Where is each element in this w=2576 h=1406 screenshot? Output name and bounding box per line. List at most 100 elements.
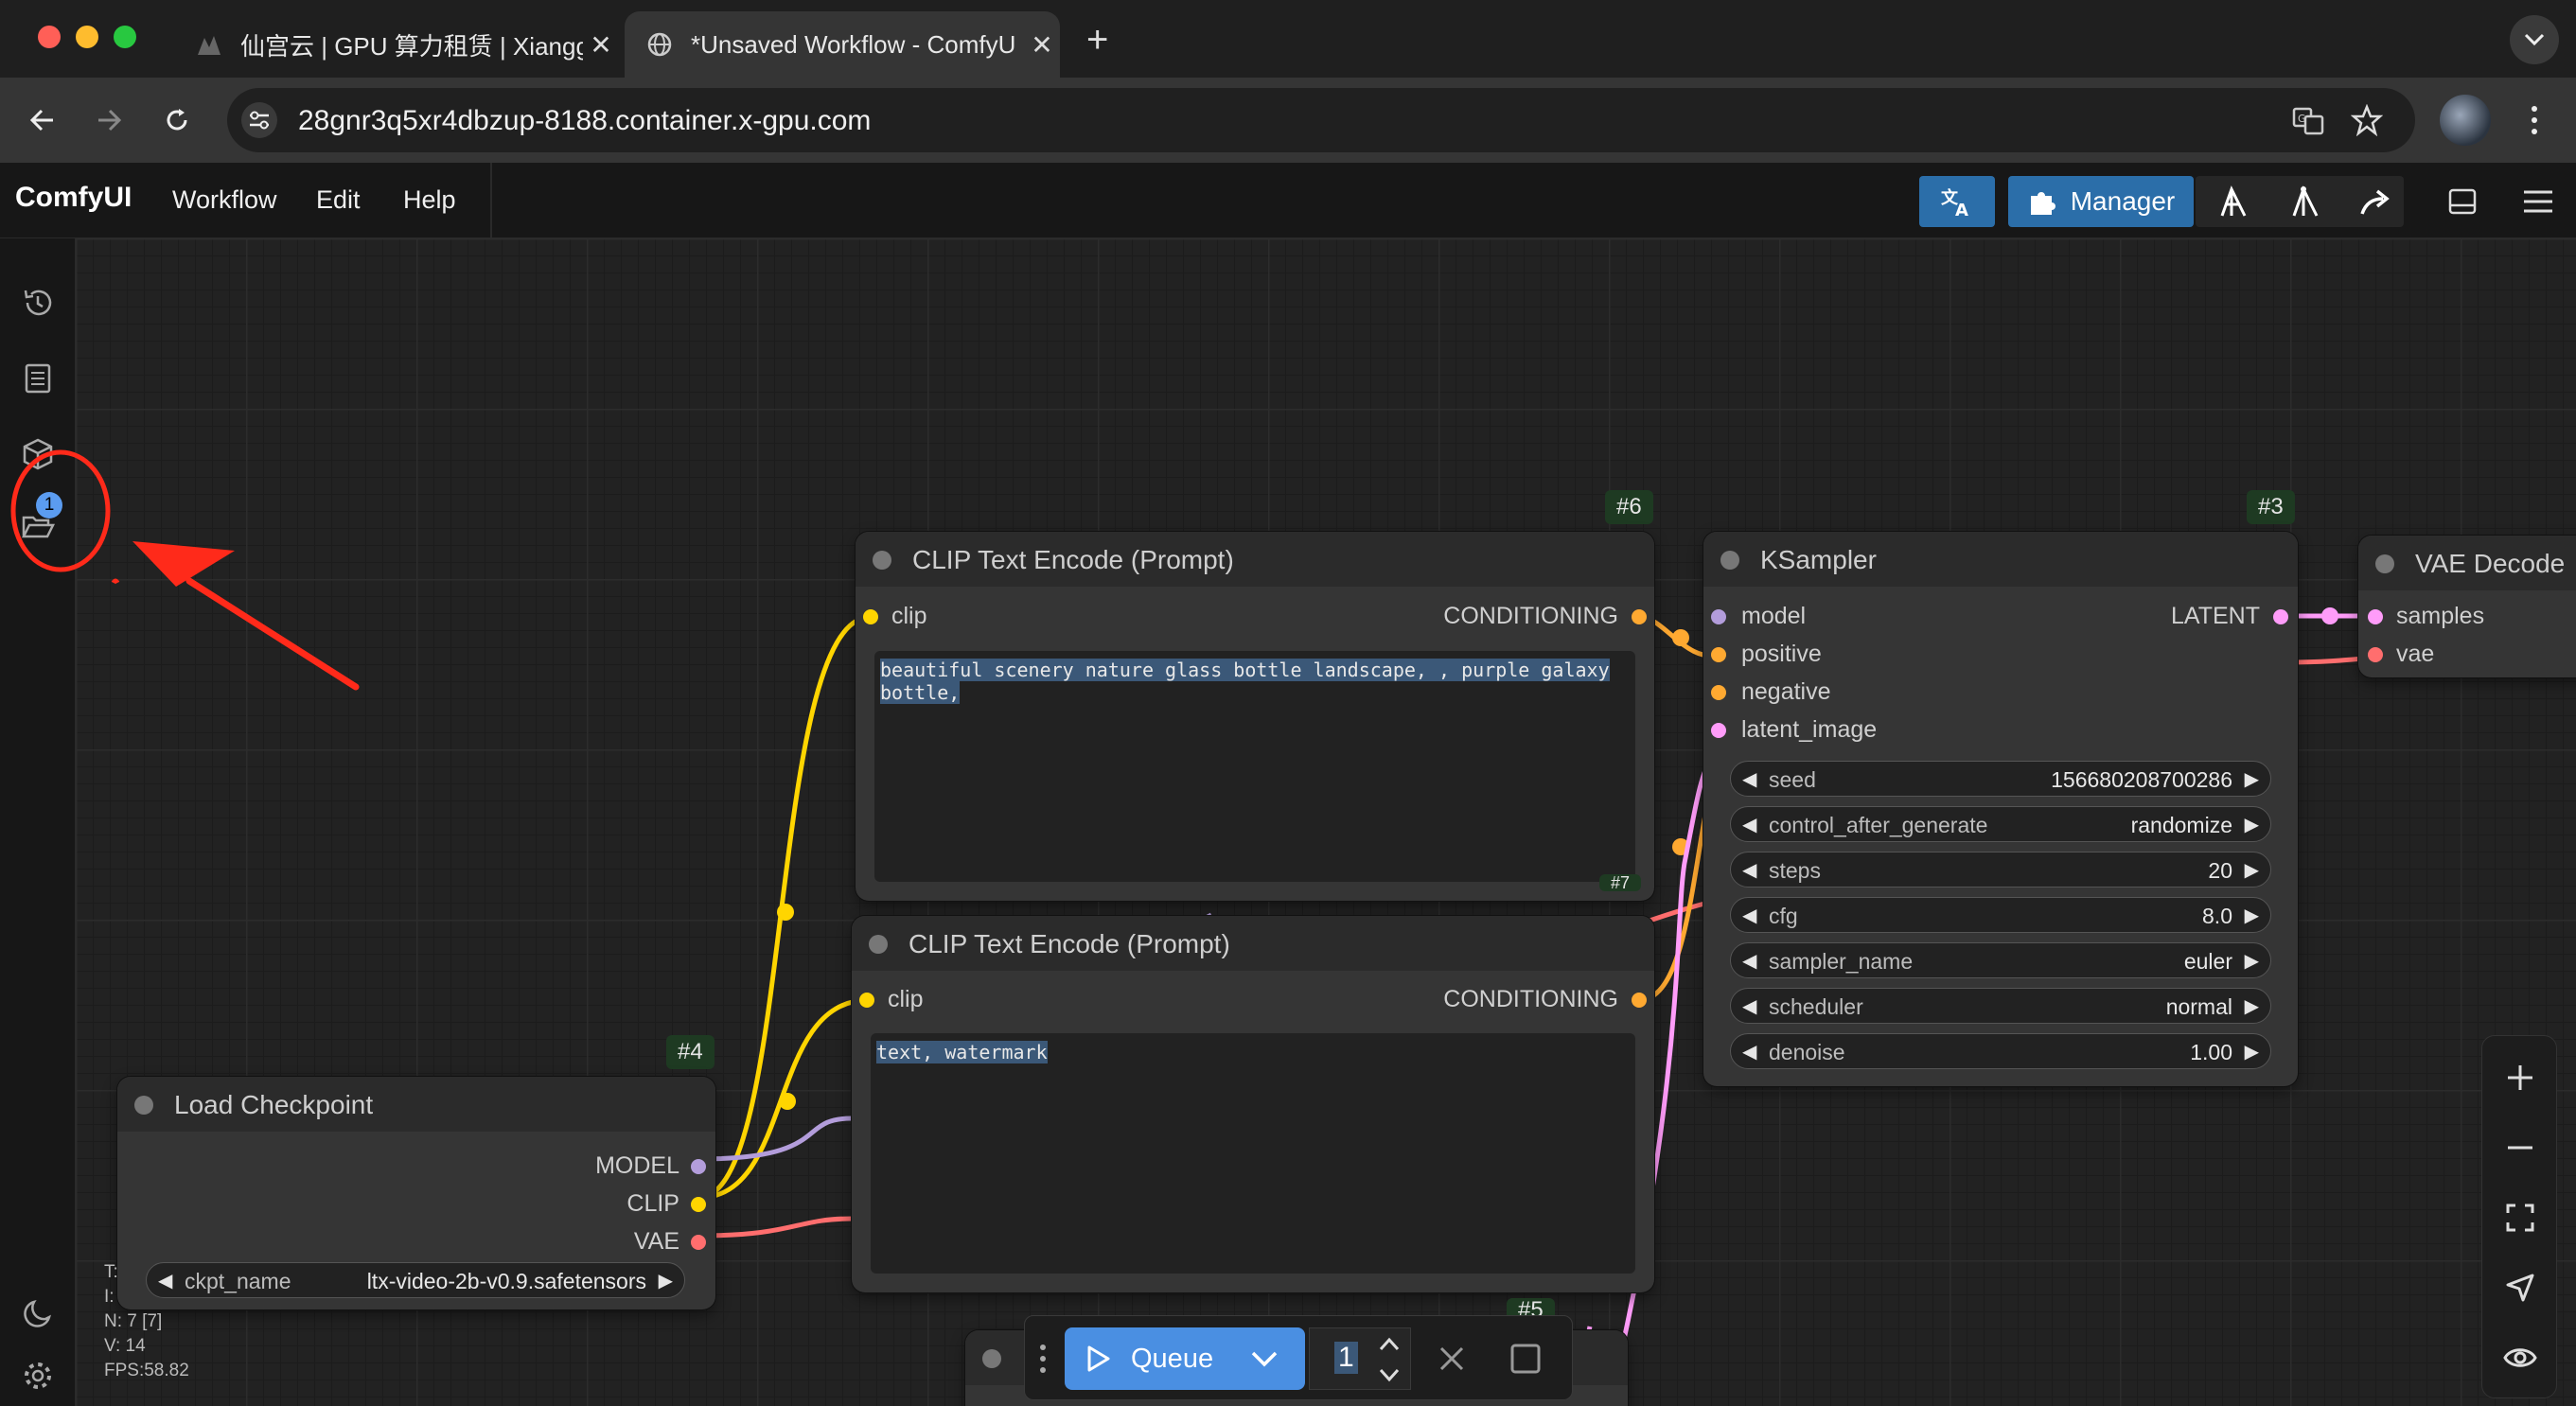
collapse-toggle[interactable] — [982, 1349, 1001, 1368]
vae-output-socket[interactable] — [691, 1235, 706, 1250]
share-icon[interactable] — [2358, 185, 2392, 220]
stop-icon[interactable] — [1509, 1343, 1542, 1375]
close-icon[interactable]: ✕ — [1024, 29, 1060, 61]
translate-button[interactable]: 文 A — [1919, 176, 1995, 227]
window-zoom-button[interactable] — [114, 26, 136, 48]
decrement-arrow-icon[interactable]: ◀ — [1742, 813, 1756, 836]
clip-text-encode-negative-node[interactable]: CLIP Text Encode (Prompt) clip CONDITION… — [852, 916, 1654, 1292]
increment-arrow-icon[interactable]: ▶ — [659, 1269, 673, 1292]
node-header[interactable]: VAE Decode — [2358, 536, 2576, 590]
samples-input-socket[interactable] — [2368, 609, 2383, 624]
toggle-links-button[interactable] — [2497, 1335, 2543, 1380]
site-settings-icon[interactable] — [240, 101, 278, 139]
zoom-in-button[interactable] — [2497, 1055, 2543, 1100]
clip-input-socket[interactable] — [859, 993, 874, 1008]
address-bar[interactable]: 28gnr3q5xr4dbzup-8188.container.x-gpu.co… — [227, 88, 2415, 152]
conditioning-output-socket[interactable] — [1632, 993, 1647, 1008]
widget-denoise[interactable]: ◀ denoise 1.00 ▶ — [1730, 1033, 2271, 1069]
increment-arrow-icon[interactable]: ▶ — [2245, 904, 2259, 927]
settings-button[interactable] — [17, 1355, 59, 1397]
more-vertical-icon[interactable] — [2525, 104, 2544, 136]
decrement-arrow-icon[interactable]: ◀ — [1742, 858, 1756, 882]
widget-steps[interactable]: ◀ steps 20 ▶ — [1730, 852, 2271, 888]
drag-handle-icon[interactable] — [1036, 1341, 1050, 1377]
toggle-panel-button[interactable] — [2442, 176, 2483, 227]
positive-input-socket[interactable] — [1711, 647, 1726, 662]
sidebar-queue-history[interactable] — [17, 282, 59, 324]
increment-arrow-icon[interactable]: ▶ — [2245, 858, 2259, 882]
latent-input-socket[interactable] — [1711, 723, 1726, 738]
increment-arrow-icon[interactable]: ▶ — [2245, 813, 2259, 836]
chevron-down-icon[interactable] — [1378, 1366, 1401, 1383]
main-menu-button[interactable] — [2517, 176, 2559, 227]
increment-arrow-icon[interactable]: ▶ — [2245, 767, 2259, 791]
close-icon[interactable] — [1438, 1344, 1466, 1373]
node-header[interactable]: CLIP Text Encode (Prompt) — [852, 916, 1654, 971]
star-icon[interactable] — [2351, 104, 2383, 136]
node-header[interactable]: KSampler — [1703, 532, 2298, 587]
widget-ckpt-name[interactable]: ◀ ckpt_name ltx-video-2b-v0.9.safetensor… — [146, 1262, 685, 1298]
menu-edit[interactable]: Edit — [316, 185, 361, 215]
translate-icon[interactable]: G — [2292, 105, 2324, 137]
fit-view-button[interactable] — [2497, 1195, 2543, 1240]
negative-input-socket[interactable] — [1711, 685, 1726, 700]
collapse-toggle[interactable] — [873, 551, 891, 570]
tab-comfyui[interactable]: *Unsaved Workflow - ComfyU ✕ — [625, 11, 1060, 78]
sidebar-model-library[interactable] — [17, 433, 59, 475]
back-button[interactable] — [21, 98, 64, 142]
new-tab-button[interactable]: + — [1086, 21, 1108, 59]
node-header[interactable]: Load Checkpoint — [117, 1077, 715, 1132]
collapse-toggle[interactable] — [134, 1096, 153, 1115]
collapse-toggle[interactable] — [1720, 551, 1739, 570]
ksampler-node[interactable]: KSampler model positive negative latent_… — [1703, 532, 2298, 1086]
decrement-arrow-icon[interactable]: ◀ — [1742, 994, 1756, 1018]
vae-decode-node[interactable]: VAE Decode samples vae — [2358, 536, 2576, 677]
reload-button[interactable] — [155, 98, 199, 142]
decrement-arrow-icon[interactable]: ◀ — [1742, 1040, 1756, 1063]
widget-sampler-name[interactable]: ◀ sampler_name euler ▶ — [1730, 942, 2271, 978]
decrement-arrow-icon[interactable]: ◀ — [1742, 767, 1756, 791]
tab-xianggong[interactable]: 仙宫云 | GPU 算力租赁 | Xiangg ✕ — [174, 11, 619, 78]
chevron-up-icon[interactable] — [1378, 1336, 1401, 1353]
share-nodes-icon[interactable] — [2216, 185, 2250, 220]
latent-output-socket[interactable] — [2273, 609, 2288, 624]
collapse-toggle[interactable] — [2375, 554, 2394, 573]
collapse-toggle[interactable] — [869, 935, 888, 954]
window-minimize-button[interactable] — [76, 26, 98, 48]
load-checkpoint-node[interactable]: Load Checkpoint MODEL CLIP VAE ◀ ckpt_na… — [117, 1077, 715, 1309]
clip-output-socket[interactable] — [691, 1197, 706, 1212]
tab-search-button[interactable] — [2510, 15, 2559, 64]
node-graph-canvas[interactable]: #6 CLIP Text Encode (Prompt) clip CONDIT… — [76, 238, 2576, 1406]
increment-arrow-icon[interactable]: ▶ — [2245, 994, 2259, 1018]
sidebar-node-library[interactable] — [17, 358, 59, 399]
clip-input-socket[interactable] — [863, 609, 878, 624]
queue-button[interactable]: Queue — [1065, 1327, 1305, 1390]
forward-button[interactable] — [87, 98, 131, 142]
clip-text-encode-positive-node[interactable]: CLIP Text Encode (Prompt) clip CONDITION… — [856, 532, 1654, 901]
increment-arrow-icon[interactable]: ▶ — [2245, 949, 2259, 973]
node-header[interactable]: CLIP Text Encode (Prompt) — [856, 532, 1654, 587]
window-close-button[interactable] — [38, 26, 61, 48]
menu-help[interactable]: Help — [403, 185, 456, 215]
profile-avatar[interactable] — [2440, 95, 2491, 146]
widget-scheduler[interactable]: ◀ scheduler normal ▶ — [1730, 988, 2271, 1024]
close-icon[interactable]: ✕ — [583, 29, 619, 61]
zoom-out-button[interactable] — [2497, 1125, 2543, 1170]
decrement-arrow-icon[interactable]: ◀ — [1742, 949, 1756, 973]
select-mode-button[interactable] — [2497, 1265, 2543, 1310]
model-input-socket[interactable] — [1711, 609, 1726, 624]
widget-cfg[interactable]: ◀ cfg 8.0 ▶ — [1730, 897, 2271, 933]
batch-count-input[interactable]: 1 — [1309, 1327, 1411, 1390]
sidebar-workflows[interactable]: 1 — [17, 492, 62, 547]
widget-seed[interactable]: ◀ seed 156680208700286 ▶ — [1730, 761, 2271, 797]
conditioning-output-socket[interactable] — [1632, 609, 1647, 624]
chevron-down-icon[interactable] — [1250, 1350, 1279, 1369]
widget-control-after-generate[interactable]: ◀ control_after_generate randomize ▶ — [1730, 806, 2271, 842]
increment-arrow-icon[interactable]: ▶ — [2245, 1040, 2259, 1063]
model-output-socket[interactable] — [691, 1159, 706, 1174]
prompt-textarea[interactable]: beautiful scenery nature glass bottle la… — [874, 651, 1635, 882]
share-alt-icon[interactable] — [2288, 185, 2322, 220]
prompt-textarea[interactable]: text, watermark — [871, 1033, 1635, 1274]
decrement-arrow-icon[interactable]: ◀ — [1742, 904, 1756, 927]
theme-toggle-button[interactable] — [17, 1292, 59, 1334]
